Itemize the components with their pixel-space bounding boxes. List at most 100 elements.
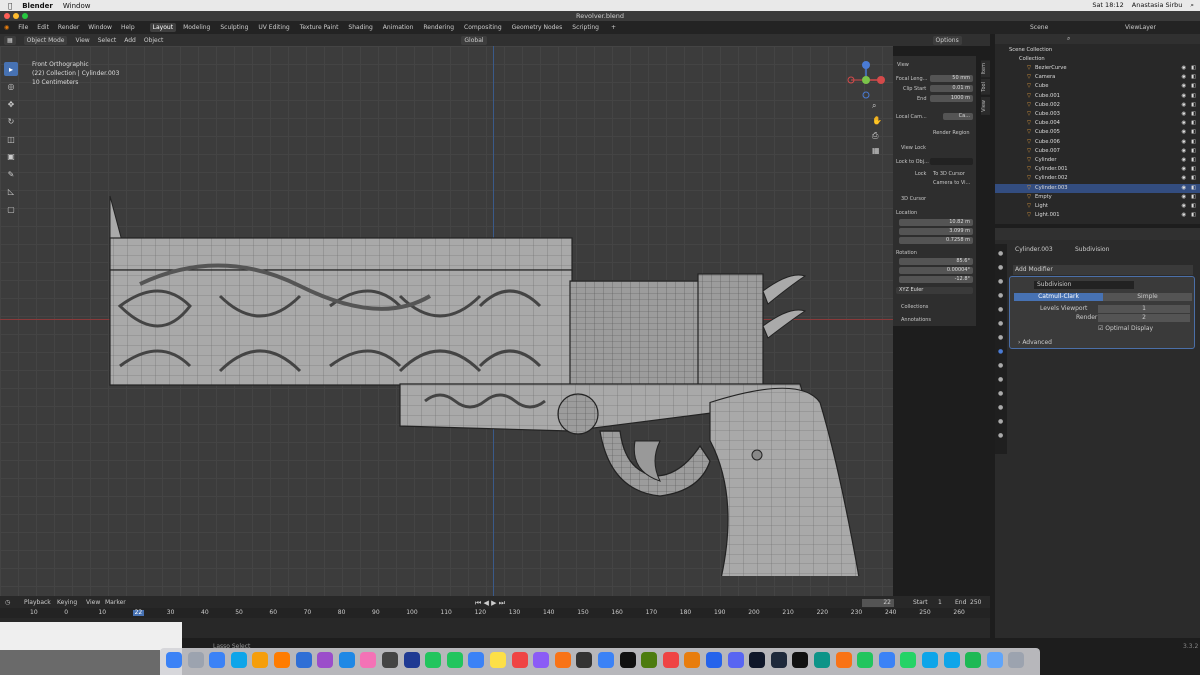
dock-maps-icon[interactable] <box>425 652 442 668</box>
add-workspace-icon[interactable]: + <box>611 24 616 31</box>
app-menu[interactable]: Blender <box>22 2 53 10</box>
tab-sculpting[interactable]: Sculpting <box>217 23 251 32</box>
tab-uv-editing[interactable]: UV Editing <box>255 23 292 32</box>
annotate-tool-icon[interactable]: ✎ <box>4 167 18 181</box>
object-tab-icon[interactable]: ● <box>998 334 1003 341</box>
dock-whatsapp-icon[interactable] <box>900 652 917 668</box>
visibility-eye-icon[interactable]: ◉ <box>1181 73 1186 82</box>
view-layer-tab-icon[interactable]: ● <box>998 292 1003 299</box>
cursor-rot-y-field[interactable]: 0.00004° <box>899 267 973 274</box>
annotations-header[interactable]: Annotations <box>901 317 931 323</box>
tab-modeling[interactable]: Modeling <box>180 23 213 32</box>
outliner-row[interactable]: ▽ BezierCurve ◉ ◧ <box>995 64 1200 73</box>
view-lock-header[interactable]: View Lock <box>901 145 926 151</box>
sidebar-tab-item[interactable]: Item <box>981 60 990 78</box>
add-modifier-button[interactable]: Add Modifier <box>1013 265 1193 275</box>
render-camera-icon[interactable]: ◧ <box>1191 174 1196 183</box>
dock-muse-icon[interactable] <box>338 652 355 668</box>
dock-unity-icon[interactable] <box>619 652 636 668</box>
particles-tab-icon[interactable]: ● <box>998 362 1003 369</box>
select-tool-icon[interactable]: ▸ <box>4 62 18 76</box>
camera-to-view-checkbox[interactable]: Camera to Vi... <box>933 180 970 186</box>
visibility-eye-icon[interactable]: ◉ <box>1181 202 1186 211</box>
dock-app-store-icon[interactable] <box>598 652 614 668</box>
3d-cursor-header[interactable]: 3D Cursor <box>901 196 926 202</box>
render-tab-icon[interactable]: ● <box>998 264 1003 271</box>
data-tab-icon[interactable]: ● <box>998 404 1003 411</box>
orientation-select[interactable]: Global <box>461 35 487 45</box>
focal-length-field[interactable]: 50 mm <box>930 75 973 82</box>
dock-keynote-icon[interactable] <box>878 652 895 668</box>
user-name[interactable]: Anastasia Sirbu <box>1132 1 1183 10</box>
visibility-eye-icon[interactable]: ◉ <box>1181 82 1186 91</box>
zoom-icon[interactable]: ⌕ <box>872 102 886 110</box>
dock-chrome-icon[interactable] <box>252 652 269 668</box>
output-tab-icon[interactable]: ● <box>998 278 1003 285</box>
visibility-eye-icon[interactable]: ◉ <box>1181 184 1186 193</box>
viewlayer-selector[interactable]: ViewLayer <box>1125 24 1156 31</box>
dock-bi-icon[interactable] <box>792 652 809 668</box>
tab-texture-paint[interactable]: Texture Paint <box>297 23 342 32</box>
tab-animation[interactable]: Animation <box>380 23 417 32</box>
collection-row[interactable]: Collection <box>995 55 1200 64</box>
outliner-search-icon[interactable]: ⌕ <box>1067 36 1070 42</box>
lock-to-object-field[interactable] <box>930 158 973 165</box>
dock-cinema-icon[interactable] <box>403 652 420 668</box>
playback-menu[interactable]: Playback <box>24 600 51 606</box>
modifier-tab-icon[interactable]: ● <box>998 348 1003 355</box>
tab-scripting[interactable]: Scripting <box>569 23 602 32</box>
menu-render[interactable]: Render <box>58 24 79 31</box>
current-frame-field[interactable]: 22 <box>862 599 894 607</box>
visibility-eye-icon[interactable]: ◉ <box>1181 110 1186 119</box>
menu-file[interactable]: File <box>18 24 28 31</box>
render-camera-icon[interactable]: ◧ <box>1191 138 1196 147</box>
pan-hand-icon[interactable]: ✋ <box>872 117 886 125</box>
dock-messages-icon[interactable] <box>446 652 463 668</box>
blender-logo-icon[interactable]: ◉ <box>4 24 9 31</box>
dock-folder-icon[interactable] <box>986 652 1003 668</box>
view-section-header[interactable]: View <box>897 62 909 68</box>
collections-header[interactable]: Collections <box>901 304 928 310</box>
sidebar-tab-view[interactable]: View <box>981 97 990 115</box>
mode-select[interactable]: Object Mode <box>23 35 68 45</box>
navigation-gizmo[interactable] <box>846 60 886 100</box>
minimize-icon[interactable] <box>13 13 19 19</box>
dock-calendar-icon[interactable] <box>511 652 528 668</box>
modifier-name-field[interactable]: Subdivision <box>1034 281 1134 289</box>
outliner-row[interactable]: ▽ Empty ◉ ◧ <box>995 193 1200 202</box>
levels-viewport-field[interactable]: 1 <box>1098 305 1190 313</box>
outliner-row[interactable]: ▽ Cylinder ◉ ◧ <box>995 156 1200 165</box>
dock-maya-icon[interactable] <box>814 652 830 668</box>
add-cube-tool-icon[interactable]: ▢ <box>4 202 18 216</box>
camera-icon[interactable]: ⎙ <box>872 132 886 140</box>
visibility-eye-icon[interactable]: ◉ <box>1181 147 1186 156</box>
cursor-tool-icon[interactable]: ◎ <box>4 80 18 94</box>
render-camera-icon[interactable]: ◧ <box>1191 101 1196 110</box>
add-menu[interactable]: Add <box>124 37 136 44</box>
move-tool-icon[interactable]: ✥ <box>4 97 18 111</box>
options-button[interactable]: Options <box>932 35 962 45</box>
render-camera-icon[interactable]: ◧ <box>1191 211 1196 220</box>
dock-mail-icon[interactable] <box>468 652 485 668</box>
marker-menu[interactable]: Marker <box>105 600 126 606</box>
dock-launchpad-icon[interactable] <box>187 652 204 668</box>
render-camera-icon[interactable]: ◧ <box>1191 165 1196 174</box>
to-3d-cursor-checkbox[interactable]: To 3D Cursor <box>933 171 965 177</box>
world-tab-icon[interactable]: ● <box>998 320 1003 327</box>
visibility-eye-icon[interactable]: ◉ <box>1181 92 1186 101</box>
scene-tab-icon[interactable]: ● <box>998 306 1003 313</box>
start-field[interactable]: 1 <box>938 600 942 606</box>
window-menu[interactable]: Window <box>63 2 91 10</box>
cursor-loc-y-field[interactable]: 3.099 m <box>899 228 973 235</box>
visibility-eye-icon[interactable]: ◉ <box>1181 156 1186 165</box>
outliner-row[interactable]: ▽ Cube ◉ ◧ <box>995 82 1200 91</box>
cursor-rot-z-field[interactable]: -12.8° <box>899 276 973 283</box>
dock-minecraft-icon[interactable] <box>641 652 658 668</box>
dock-terminal-icon[interactable] <box>576 652 593 668</box>
dock-final-cut-icon[interactable] <box>382 652 398 668</box>
scale-tool-icon[interactable]: ◫ <box>4 132 18 146</box>
material-tab-icon[interactable]: ● <box>998 418 1003 425</box>
advanced-section[interactable]: › Advanced <box>1018 340 1052 346</box>
dock-affinity-icon[interactable] <box>749 652 766 668</box>
3d-viewport[interactable]: Front Orthographic (22) Collection | Cyl… <box>0 46 893 596</box>
